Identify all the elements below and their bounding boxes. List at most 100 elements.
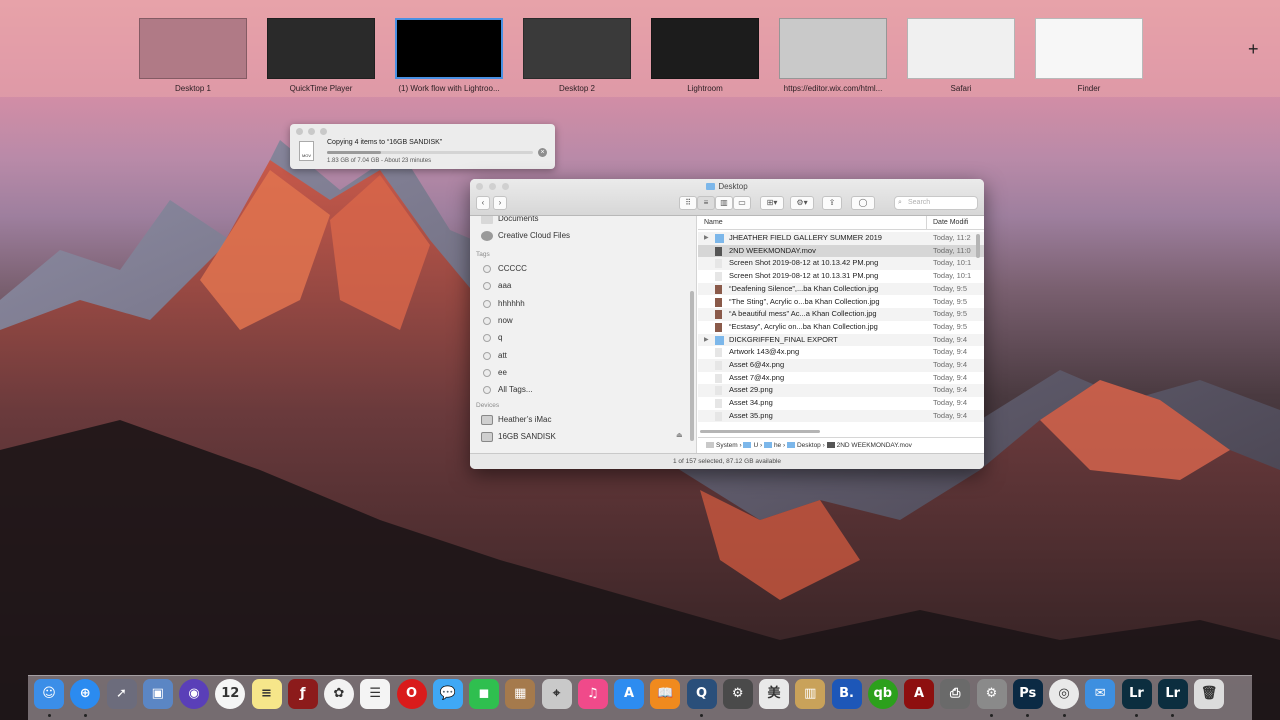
sidebar-device-item[interactable]: 16GB SANDISK (481, 430, 556, 444)
lightroom-classic-icon[interactable]: Lr (1157, 679, 1188, 709)
date-column-header[interactable]: Date Modifi (933, 219, 968, 226)
icon-view-button[interactable]: ⠿ (679, 196, 697, 210)
file-row[interactable]: Asset 29.png Today, 9:4 (698, 384, 984, 398)
file-row[interactable]: “The Sting”, Acrylic o...ba Khan Collect… (698, 296, 984, 309)
space-preview (395, 18, 503, 79)
sidebar-tag-item[interactable]: aaa (481, 279, 511, 293)
launchpad-icon[interactable]: ➚ (106, 679, 137, 709)
sidebar-tag-item[interactable]: CCCCC (481, 262, 527, 276)
quickbooks-icon[interactable]: qb (867, 679, 898, 709)
close-dot[interactable] (296, 128, 303, 135)
cancel-copy-button[interactable]: × (538, 148, 547, 157)
sidebar-tag-item[interactable]: All Tags... (481, 383, 533, 397)
cover-flow-button[interactable]: ▭ (733, 196, 751, 210)
space-thumbnail[interactable]: Safari (907, 18, 1015, 93)
share-button[interactable]: ⇪ (822, 196, 842, 210)
column-view-button[interactable]: ▥ (715, 196, 733, 210)
add-space-button[interactable]: + (1248, 40, 1259, 58)
tag-dot-icon (483, 351, 491, 360)
file-row[interactable]: “A beautiful mess” Ac...a Khan Collectio… (698, 308, 984, 321)
sidebar-scrollbar[interactable] (690, 291, 694, 441)
opera-icon[interactable]: O (396, 679, 427, 709)
messages-icon[interactable]: 💬 (432, 679, 463, 709)
photoshop-icon[interactable]: Ps (1012, 679, 1043, 709)
forward-button[interactable]: › (493, 196, 507, 210)
file-row[interactable]: ▶ DICKGRIFFEN_FINAL EXPORT Today, 9:4 (698, 333, 984, 347)
terminal-icon[interactable]: ⚙ (722, 679, 753, 709)
name-column-header[interactable]: Name (704, 219, 723, 226)
photos-icon[interactable]: ✿ (324, 679, 354, 709)
tags-button[interactable]: ◯ (851, 196, 875, 210)
list-view-button[interactable]: ≡ (697, 196, 715, 210)
printer-icon[interactable]: ⎙ (940, 679, 971, 709)
copy-dialog-title: Copying 4 items to “16GB SANDISK” (327, 139, 443, 146)
acrobat-icon[interactable]: A (904, 679, 934, 709)
space-thumbnail[interactable]: Desktop 1 (139, 18, 247, 93)
notes-icon[interactable]: ≡ (251, 679, 282, 709)
file-row[interactable]: Screen Shot 2019-08-12 at 10.13.31 PM.pn… (698, 270, 984, 283)
sidebar-item[interactable]: Creative Cloud Files (481, 229, 570, 243)
sidebar-tag-item[interactable]: ee (481, 366, 507, 380)
archive-utility-icon[interactable]: ▥ (795, 679, 826, 709)
chrome-icon[interactable]: ◎ (1049, 679, 1079, 709)
file-row[interactable]: “Ecstasy”, Acrylic on...ba Khan Collecti… (698, 321, 984, 334)
group-button[interactable]: ⊞▾ (760, 196, 784, 210)
horizontal-scrollbar[interactable] (700, 430, 820, 433)
file-row[interactable]: ▶ JHEATHER FIELD GALLERY SUMMER 2019 Today… (698, 232, 984, 245)
disclosure-triangle-icon[interactable]: ▶ (704, 334, 709, 347)
sidebar-tag-item[interactable]: hhhhhh (481, 297, 525, 311)
space-thumbnail[interactable]: https://editor.wix.com/html... (779, 18, 887, 93)
vertical-scrollbar[interactable] (976, 234, 980, 258)
app-store-icon[interactable]: A (614, 679, 644, 709)
search-input[interactable]: ⌕ Search (894, 196, 978, 210)
path-segment[interactable]: 2ND WEEKMONDAY.mov (837, 442, 912, 449)
sidebar-tag-item[interactable]: att (481, 349, 507, 363)
file-row[interactable]: 2ND WEEKMONDAY.mov Today, 11:0 (698, 244, 984, 258)
path-segment[interactable]: Desktop (797, 442, 821, 449)
back-button[interactable]: ‹ (476, 196, 490, 210)
image-capture-icon[interactable]: ⌖ (541, 679, 572, 709)
preview-icon[interactable]: ▣ (142, 679, 173, 709)
zoom-dot[interactable] (320, 128, 327, 135)
sidebar-devices-header: Devices (476, 402, 500, 410)
sidebar-item[interactable]: Documents (481, 216, 538, 226)
siri-icon[interactable]: ◉ (179, 679, 209, 709)
space-thumbnail[interactable]: QuickTime Player (267, 18, 375, 93)
file-row[interactable]: Asset 35.png Today, 9:4 (698, 409, 984, 423)
file-row[interactable]: “Deafening Silence”,...ba Khan Collectio… (698, 282, 984, 296)
quicktime-icon[interactable]: Q (686, 679, 717, 709)
system-preferences-icon[interactable]: ⚙ (976, 679, 1007, 709)
archive-icon[interactable]: ▦ (505, 679, 536, 709)
file-row[interactable]: Asset 6@4x.png Today, 9:4 (698, 359, 984, 372)
file-row[interactable]: Artwork 143@4x.png Today, 9:4 (698, 346, 984, 359)
space-label: https://editor.wix.com/html... (783, 84, 883, 93)
space-thumbnail[interactable]: Finder (1035, 18, 1143, 93)
space-thumbnail[interactable]: Desktop 2 (523, 18, 631, 93)
file-name: “The Sting”, Acrylic o...ba Khan Collect… (729, 296, 880, 306)
ibooks-icon[interactable]: 📖 (650, 679, 681, 709)
sidebar-tag-item[interactable]: q (481, 331, 502, 345)
dock-icon-glyph: ≡ (261, 686, 272, 701)
finder-icon[interactable]: ☺ (34, 679, 64, 709)
path-segment[interactable]: System (716, 442, 738, 449)
sidebar-device-item[interactable]: Heather’s iMac (481, 413, 552, 427)
font-book-icon[interactable]: 美 (759, 679, 789, 709)
minimize-dot[interactable] (308, 128, 315, 135)
facetime-icon[interactable]: ◼ (469, 679, 499, 709)
action-button[interactable]: ⚙▾ (790, 196, 814, 210)
itunes-icon[interactable]: ♫ (577, 679, 608, 709)
file-row[interactable]: Screen Shot 2019-08-12 at 10.13.42 PM.pn… (698, 257, 984, 271)
space-thumbnail[interactable]: (1) Work flow with Lightroo... (395, 18, 503, 93)
mail-icon[interactable]: ✉ (1085, 679, 1116, 709)
file-row[interactable]: Asset 34.png Today, 9:4 (698, 397, 984, 410)
reminders-icon[interactable]: ☰ (360, 679, 391, 709)
file-row[interactable]: Asset 7@4x.png Today, 9:4 (698, 372, 984, 385)
lightroom-icon[interactable]: Lr (1121, 679, 1152, 709)
flash-icon[interactable]: ƒ (287, 679, 318, 709)
eject-icon[interactable]: ⏏ (676, 431, 683, 439)
sidebar-tag-item[interactable]: now (481, 314, 513, 328)
disclosure-triangle-icon[interactable]: ▶ (704, 232, 709, 245)
trash-icon[interactable]: 🗑 (1194, 679, 1224, 709)
space-thumbnail[interactable]: Lightroom (651, 18, 759, 93)
bbedit-icon[interactable]: B. (831, 679, 862, 709)
